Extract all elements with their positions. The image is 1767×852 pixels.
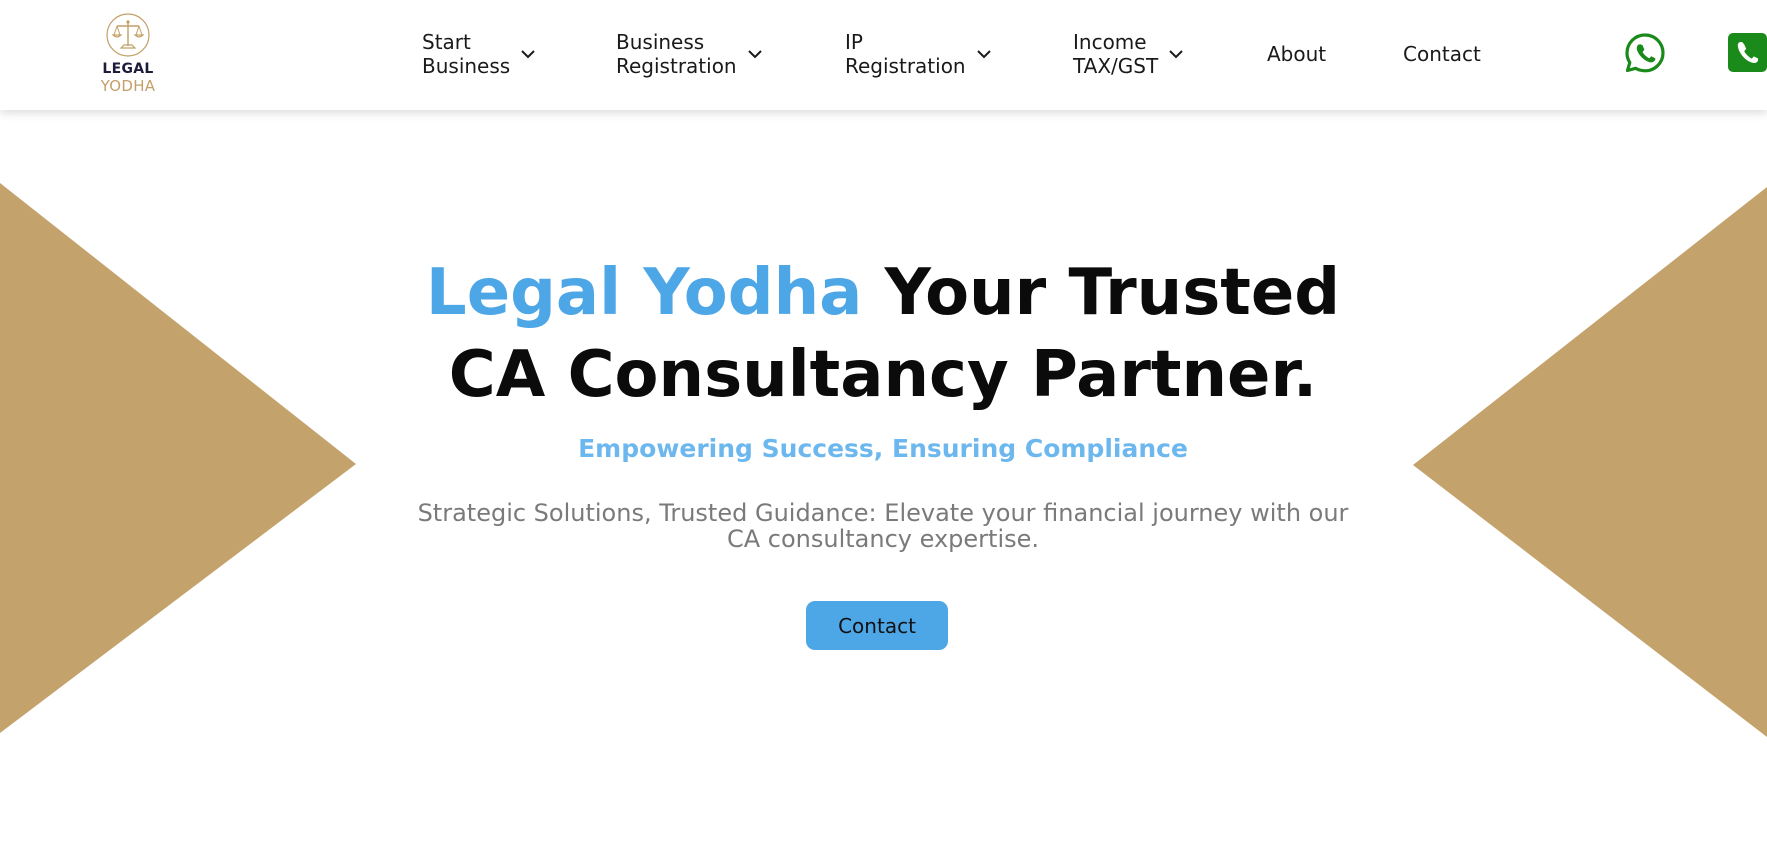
nav-item-ip-registration[interactable]: IP Registration (845, 30, 992, 78)
logo-text-legal: LEGAL (102, 61, 154, 77)
nav-item-about[interactable]: About (1267, 42, 1326, 66)
chevron-down-icon (747, 50, 762, 59)
hero-title-brand: Legal Yodha (425, 256, 863, 330)
nav-item-income-tax-gst[interactable]: Income TAX/GST (1073, 30, 1184, 78)
hero-title: Legal Yodha Your Trusted CA Consultancy … (383, 252, 1383, 416)
hero-description: Strategic Solutions, Trusted Guidance: E… (417, 499, 1349, 553)
nav-item-label: IP Registration (845, 30, 966, 78)
phone-icon[interactable] (1728, 33, 1767, 72)
site-logo[interactable]: LEGAL YODHA (96, 12, 160, 102)
contact-button[interactable]: Contact (806, 601, 948, 650)
nav-item-label: Income TAX/GST (1073, 30, 1159, 78)
chevron-down-icon (976, 50, 991, 59)
nav-item-label: Start Business (422, 30, 511, 78)
nav-item-start-business[interactable]: Start Business (422, 30, 536, 78)
decorative-triangle-left (0, 183, 356, 733)
whatsapp-icon[interactable] (1624, 32, 1666, 74)
logo-text-yodha: YODHA (100, 77, 156, 95)
nav-item-business-registration[interactable]: Business Registration (616, 30, 763, 78)
scales-of-justice-icon (106, 13, 150, 57)
decorative-triangle-right (1413, 187, 1767, 737)
nav-item-label: Business Registration (616, 30, 737, 78)
chevron-down-icon (521, 50, 535, 59)
hero-subtitle: Empowering Success, Ensuring Compliance (578, 434, 1188, 463)
site-header: LEGAL YODHA Start Business Business Regi… (0, 0, 1767, 110)
nav-item-contact[interactable]: Contact (1403, 42, 1481, 66)
chevron-down-icon (1169, 50, 1183, 59)
